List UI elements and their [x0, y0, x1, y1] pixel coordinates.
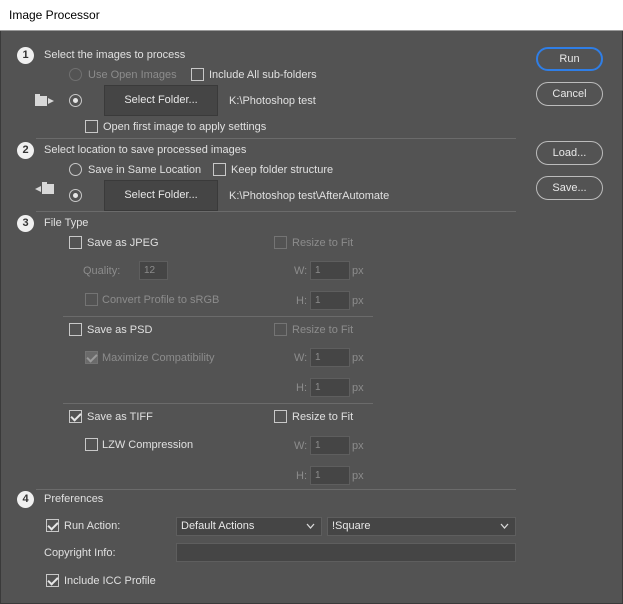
section-1-title: Select the images to process	[44, 49, 186, 61]
use-open-images-label: Use Open Images	[88, 69, 177, 81]
quality-label: Quality:	[83, 265, 121, 277]
destination-path: K:\Photoshop test\AfterAutomate	[229, 190, 390, 202]
tiff-w-label: W:	[294, 440, 308, 452]
open-first-image-checkbox[interactable]	[85, 120, 98, 133]
include-subfolders-label: Include All sub-folders	[209, 69, 317, 81]
divider-jpeg	[63, 316, 373, 317]
copyright-input[interactable]	[176, 543, 516, 562]
select-folder-button-2[interactable]: Select Folder...	[104, 180, 218, 211]
quality-input[interactable]: 12	[139, 261, 168, 280]
psd-resize-checkbox[interactable]	[274, 323, 287, 336]
cancel-button[interactable]: Cancel	[536, 82, 603, 106]
lzw-compression-checkbox[interactable]	[85, 438, 98, 451]
tiff-width-input[interactable]: 1	[310, 436, 350, 455]
maximize-compat-label: Maximize Compatibility	[102, 352, 215, 364]
step-4-badge: 4	[17, 491, 34, 508]
include-icc-label: Include ICC Profile	[64, 575, 156, 587]
run-button[interactable]: Run	[536, 47, 603, 71]
tiff-h-unit: px	[352, 470, 364, 482]
tiff-h-label: H:	[296, 470, 307, 482]
jpeg-h-label: H:	[296, 295, 307, 307]
maximize-compat-checkbox[interactable]	[85, 351, 98, 364]
step-2-badge: 2	[17, 142, 34, 159]
save-same-location-label: Save in Same Location	[88, 164, 202, 176]
tiff-w-unit: px	[352, 440, 364, 452]
convert-srgb-label: Convert Profile to sRGB	[102, 294, 220, 306]
save-as-tiff-label: Save as TIFF	[87, 411, 153, 423]
psd-resize-label: Resize to Fit	[292, 324, 354, 336]
include-subfolders-checkbox[interactable]	[191, 68, 204, 81]
section-2-title: Select location to save processed images	[44, 144, 247, 156]
jpeg-w-unit: px	[352, 265, 364, 277]
run-action-label: Run Action:	[64, 520, 121, 532]
tiff-height-input[interactable]: 1	[310, 466, 350, 485]
save-as-tiff-checkbox[interactable]	[69, 410, 82, 423]
keep-folder-structure-label: Keep folder structure	[231, 164, 334, 176]
jpeg-w-label: W:	[294, 265, 308, 277]
load-button[interactable]: Load...	[536, 141, 603, 165]
divider-1	[36, 138, 516, 139]
save-folder-icon	[35, 182, 54, 194]
save-as-jpeg-checkbox[interactable]	[69, 236, 82, 249]
title-bar: Image Processor	[0, 0, 623, 31]
use-open-images-radio[interactable]	[69, 68, 82, 81]
select-folder-button-1[interactable]: Select Folder...	[104, 85, 218, 116]
section-3-title: File Type	[44, 217, 89, 229]
action-set-select[interactable]: Default Actions	[176, 517, 322, 536]
image-processor-dialog: 1 Select the images to process Use Open …	[0, 31, 623, 604]
tiff-resize-label: Resize to Fit	[292, 411, 354, 423]
psd-h-unit: px	[352, 382, 364, 394]
divider-psd	[63, 403, 373, 404]
lzw-compression-label: LZW Compression	[102, 439, 194, 451]
chevron-down-icon	[500, 523, 509, 529]
divider-2	[36, 211, 516, 212]
section-4-title: Preferences	[44, 493, 104, 505]
window-title: Image Processor	[9, 8, 100, 22]
source-path: K:\Photoshop test	[229, 95, 316, 107]
save-as-jpeg-label: Save as JPEG	[87, 237, 159, 249]
step-1-badge: 1	[17, 47, 34, 64]
include-icc-checkbox[interactable]	[46, 574, 59, 587]
psd-height-input[interactable]: 1	[310, 378, 350, 397]
jpeg-h-unit: px	[352, 295, 364, 307]
chevron-down-icon	[306, 523, 315, 529]
tiff-resize-checkbox[interactable]	[274, 410, 287, 423]
copyright-label: Copyright Info:	[44, 547, 116, 559]
jpeg-width-input[interactable]: 1	[310, 261, 350, 280]
action-value: !Square	[332, 520, 371, 532]
save-same-location-radio[interactable]	[69, 163, 82, 176]
keep-folder-structure-checkbox[interactable]	[213, 163, 226, 176]
psd-h-label: H:	[296, 382, 307, 394]
divider-3	[36, 489, 516, 490]
psd-w-label: W:	[294, 352, 308, 364]
open-folder-icon	[35, 94, 54, 106]
psd-width-input[interactable]: 1	[310, 348, 350, 367]
convert-srgb-checkbox[interactable]	[85, 293, 98, 306]
jpeg-resize-checkbox[interactable]	[274, 236, 287, 249]
save-as-psd-checkbox[interactable]	[69, 323, 82, 336]
psd-w-unit: px	[352, 352, 364, 364]
jpeg-resize-label: Resize to Fit	[292, 237, 354, 249]
action-select[interactable]: !Square	[327, 517, 516, 536]
jpeg-height-input[interactable]: 1	[310, 291, 350, 310]
action-set-value: Default Actions	[181, 520, 255, 532]
run-action-checkbox[interactable]	[46, 519, 59, 532]
save-as-psd-label: Save as PSD	[87, 324, 153, 336]
select-folder-radio-2[interactable]	[69, 189, 82, 202]
save-settings-button[interactable]: Save...	[536, 176, 603, 200]
step-3-badge: 3	[17, 215, 34, 232]
select-folder-radio-1[interactable]	[69, 94, 82, 107]
open-first-image-label: Open first image to apply settings	[103, 121, 267, 133]
